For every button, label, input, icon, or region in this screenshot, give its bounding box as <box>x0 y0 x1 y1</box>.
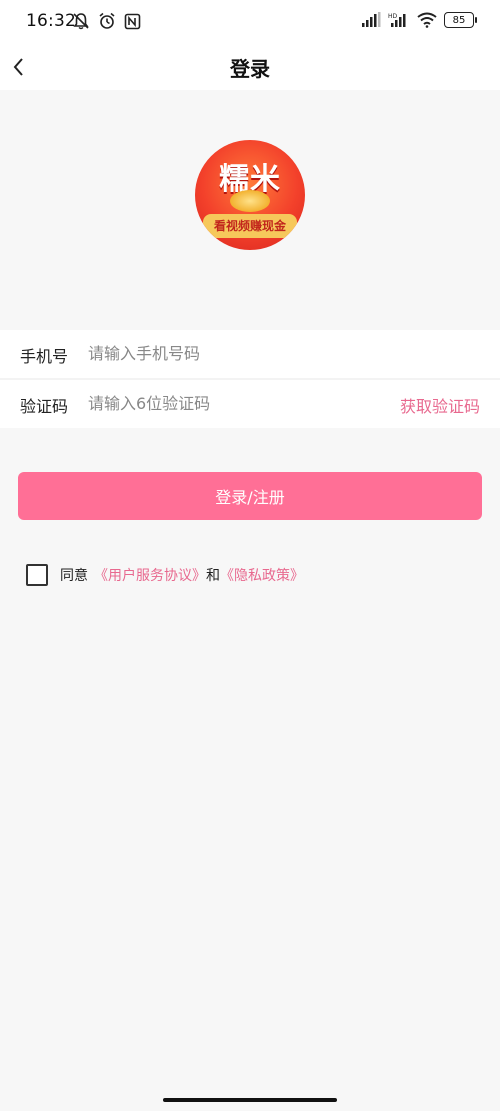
home-indicator[interactable] <box>163 1098 337 1102</box>
login-register-button[interactable]: 登录/注册 <box>18 472 482 520</box>
agree-prefix: 同意 <box>60 568 88 584</box>
code-row: 验证码 获取验证码 <box>0 378 500 428</box>
signal-icon <box>362 12 381 27</box>
coin-pile-icon <box>230 190 270 212</box>
alarm-icon <box>99 12 115 29</box>
agreement-row: 同意 《用户服务协议》 和 《隐私政策》 <box>26 564 304 586</box>
logo-slogan: 看视频赚现金 <box>203 214 297 238</box>
battery-icon: 85 <box>444 12 477 28</box>
code-input[interactable] <box>88 391 368 415</box>
status-icons-left <box>72 12 141 30</box>
agree-and: 和 <box>206 568 220 584</box>
terms-link[interactable]: 《用户服务协议》 <box>94 565 206 585</box>
status-icons-right: HD 85 <box>361 12 477 28</box>
page-title: 登录 <box>230 57 270 81</box>
phone-input[interactable] <box>88 341 368 365</box>
status-time: 16:32 <box>26 11 76 31</box>
phone-label: 手机号 <box>20 347 69 366</box>
app-logo: 糯米 看视频赚现金 <box>195 140 305 250</box>
nfc-icon <box>124 13 141 29</box>
privacy-link[interactable]: 《隐私政策》 <box>220 565 304 585</box>
hd-signal-icon: HD <box>388 13 406 27</box>
bell-muted-icon <box>73 13 89 30</box>
code-label: 验证码 <box>20 397 69 416</box>
logo-badge: 糯米 看视频赚现金 <box>195 140 305 250</box>
status-bar: 16:32 HD 85 <box>0 0 500 44</box>
wifi-icon <box>417 12 437 28</box>
phone-row: 手机号 <box>0 330 500 378</box>
svg-text:HD: HD <box>388 13 398 20</box>
get-code-button[interactable]: 获取验证码 <box>400 393 480 417</box>
agree-checkbox[interactable] <box>26 564 48 586</box>
nav-bar: 登录 <box>0 44 500 90</box>
login-form: 手机号 验证码 获取验证码 <box>0 330 500 428</box>
battery-level: 85 <box>452 14 466 26</box>
